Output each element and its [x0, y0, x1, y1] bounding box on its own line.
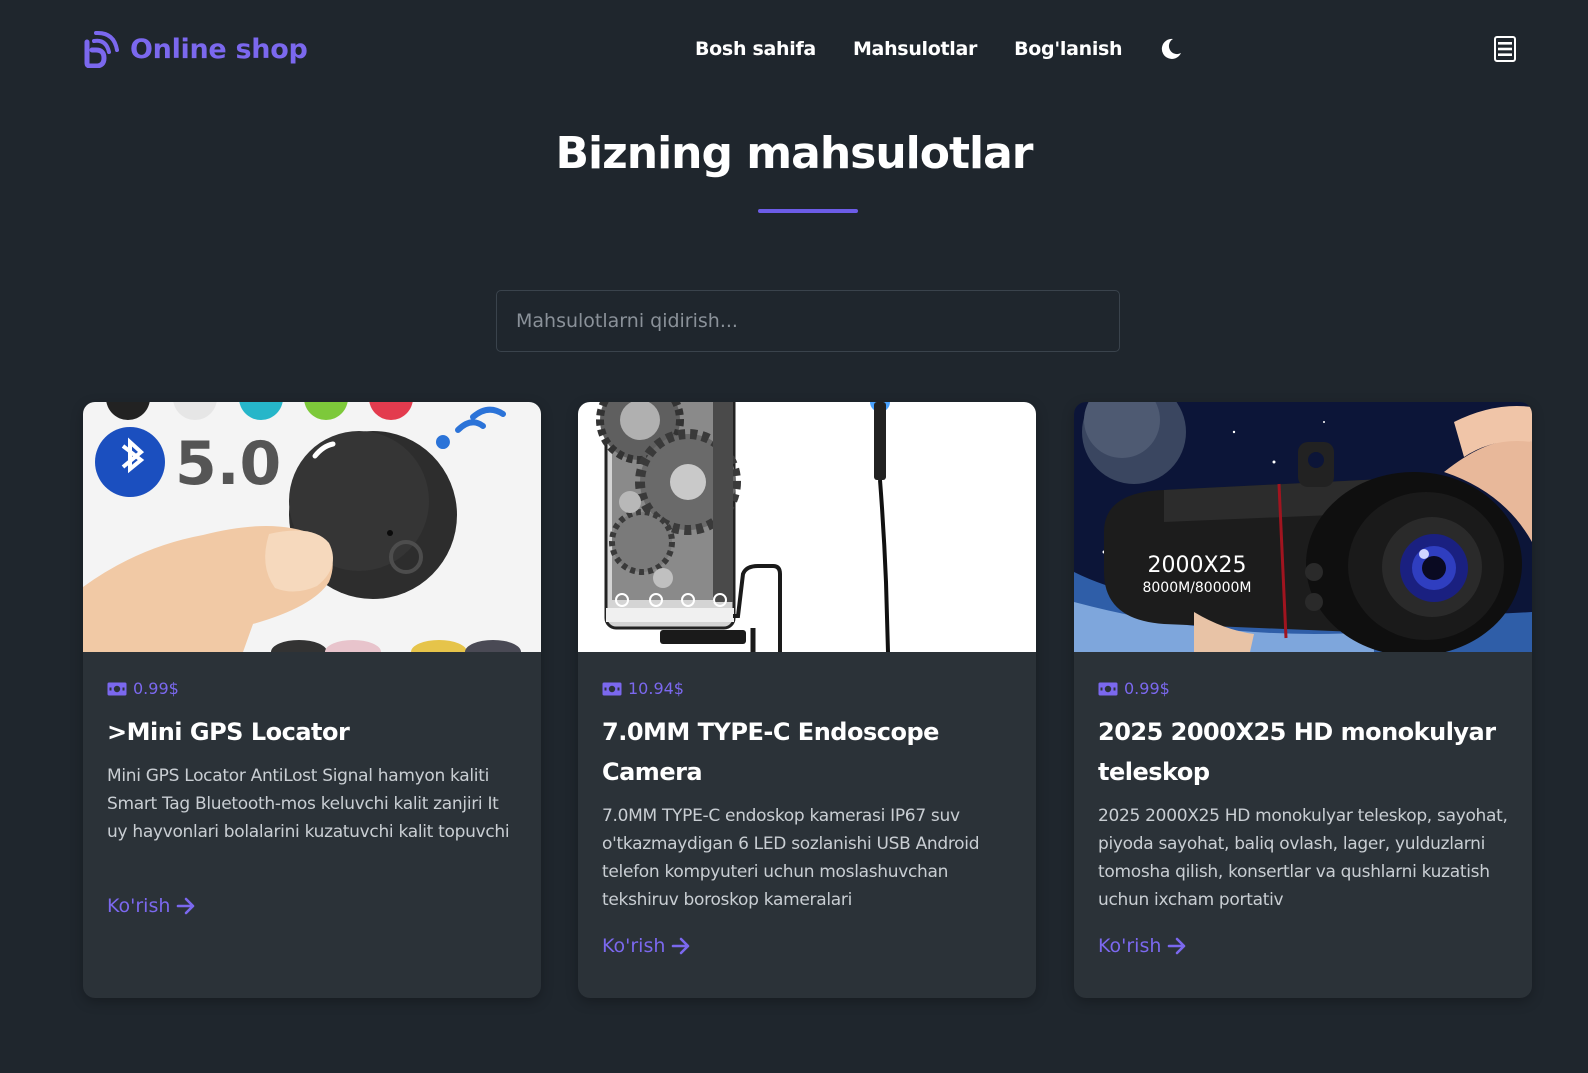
- price-value: 10.94$: [628, 679, 684, 698]
- money-icon: [1098, 682, 1118, 695]
- view-product-link[interactable]: Ko'rish: [602, 935, 691, 957]
- price-badge: 10.94$: [602, 679, 684, 698]
- nav-link-home[interactable]: Bosh sahifa: [695, 38, 816, 60]
- product-title: 2025 2000X25 HD monokulyar teleskop: [1098, 718, 1496, 786]
- menu-button[interactable]: [1494, 36, 1516, 62]
- logo-icon: [84, 30, 119, 68]
- arrow-right-icon: [1168, 937, 1186, 955]
- arrow-right-icon: [177, 897, 195, 915]
- theme-toggle-button[interactable]: [1159, 37, 1183, 61]
- product-card: 2000X25 8000M/80000M 0.99$ 2025 2000X25 …: [1074, 402, 1532, 998]
- price-value: 0.99$: [133, 679, 179, 698]
- product-image[interactable]: [578, 402, 1036, 652]
- moon-icon: [1162, 38, 1182, 59]
- site-header: Online shop Bosh sahifa Mahsulotlar Bog'…: [0, 0, 1588, 98]
- image-range-text: 8000M/80000M: [1142, 580, 1251, 596]
- title-underline: [758, 209, 858, 213]
- product-image[interactable]: 5.0: [83, 402, 541, 652]
- image-magnification-text: 2000X25: [1147, 553, 1246, 578]
- page-title: Bizning mahsulotlar: [555, 128, 1034, 179]
- search-input[interactable]: [496, 290, 1120, 352]
- price-badge: 0.99$: [1098, 679, 1170, 698]
- brand-name: Online shop: [130, 33, 308, 65]
- view-product-link[interactable]: Ko'rish: [1098, 935, 1187, 957]
- product-title: >Mini GPS Locator: [107, 718, 350, 746]
- main-nav: Bosh sahifa Mahsulotlar Bog'lanish: [695, 30, 1183, 68]
- image-version-text: 5.0: [175, 429, 281, 499]
- nav-link-products[interactable]: Mahsulotlar: [853, 38, 977, 60]
- view-link-label: Ko'rish: [602, 935, 666, 957]
- product-card: 5.0 0.99$ >Mini GPS Locator Mini GPS Loc…: [83, 402, 541, 998]
- view-link-label: Ko'rish: [107, 895, 171, 917]
- brand-logo[interactable]: Online shop: [82, 30, 308, 68]
- product-image[interactable]: 2000X25 8000M/80000M: [1074, 402, 1532, 652]
- product-description: Mini GPS Locator AntiLost Signal hamyon …: [107, 766, 510, 842]
- menu-icon: [1494, 36, 1516, 62]
- money-icon: [107, 682, 127, 695]
- product-title: 7.0MM TYPE-C Endoscope Camera: [602, 718, 939, 786]
- product-description: 2025 2000X25 HD monokulyar teleskop, say…: [1098, 806, 1508, 910]
- arrow-right-icon: [672, 937, 690, 955]
- money-icon: [602, 682, 622, 695]
- price-value: 0.99$: [1124, 679, 1170, 698]
- price-badge: 0.99$: [107, 679, 179, 698]
- product-card: 10.94$ 7.0MM TYPE-C Endoscope Camera 7.0…: [578, 402, 1036, 998]
- view-product-link[interactable]: Ko'rish: [107, 895, 196, 917]
- product-description: 7.0MM TYPE-C endoskop kamerasi IP67 suv …: [602, 806, 980, 910]
- view-link-label: Ko'rish: [1098, 935, 1162, 957]
- nav-link-contact[interactable]: Bog'lanish: [1014, 38, 1122, 60]
